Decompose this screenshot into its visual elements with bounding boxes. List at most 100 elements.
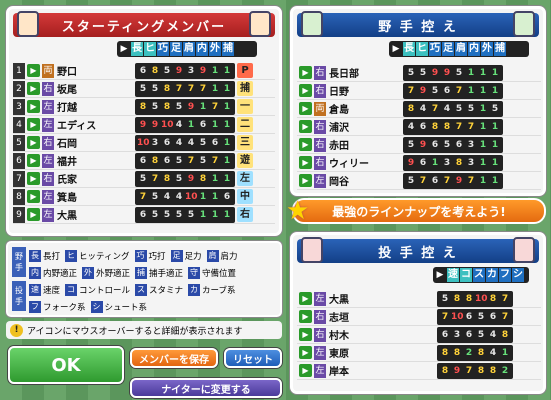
move-arrow-icon[interactable]: ▶: [299, 84, 312, 97]
player-row[interactable]: ▶ 両倉島 8 4 7 4 5 5 1 5: [297, 100, 541, 118]
stat-value: 5: [467, 103, 475, 114]
player-row[interactable]: 1 ▶ 両野口 6 8 5 9 3 9 1 1 P: [13, 62, 275, 80]
save-members-button[interactable]: メンバーを保存: [130, 348, 218, 368]
reset-button[interactable]: リセット: [224, 348, 282, 368]
stat-header[interactable]: 長: [131, 42, 143, 56]
position-badge[interactable]: P: [237, 63, 253, 78]
stat-header[interactable]: 肩: [455, 42, 467, 56]
move-arrow-icon[interactable]: ▶: [299, 138, 312, 151]
position-badge[interactable]: 右: [237, 207, 253, 222]
player-row[interactable]: 9 ▶ 左大黒 6 5 5 5 5 1 1 1 右: [13, 206, 275, 224]
move-arrow-icon[interactable]: ▶: [27, 172, 40, 185]
move-arrow-icon[interactable]: ▶: [27, 64, 40, 77]
move-arrow-icon[interactable]: ▶: [299, 102, 312, 115]
stat-value: 8: [199, 173, 207, 184]
ok-button[interactable]: OK: [8, 346, 124, 384]
stat-header[interactable]: ヒ: [144, 42, 156, 56]
player-row[interactable]: ▶ 右長日部 5 5 9 9 5 1 1 1: [297, 64, 541, 82]
move-arrow-icon[interactable]: ▶: [299, 364, 312, 377]
move-arrow-icon[interactable]: ▶: [299, 310, 312, 323]
player-row[interactable]: ▶ 右赤田 5 9 6 5 6 3 1 1: [297, 136, 541, 154]
stat-header[interactable]: 速: [447, 268, 459, 282]
player-row[interactable]: ▶ 右ウィリー 9 6 1 3 8 3 1 1: [297, 154, 541, 172]
stat-header[interactable]: フ: [499, 268, 511, 282]
move-arrow-icon[interactable]: ▶: [27, 100, 40, 113]
stat-header[interactable]: 外: [481, 42, 493, 56]
player-row[interactable]: 7 ▶ 右氏家 5 7 8 5 9 8 1 1 左: [13, 170, 275, 188]
move-arrow-icon[interactable]: ▶: [27, 154, 40, 167]
stat-header[interactable]: シ: [512, 268, 524, 282]
move-arrow-icon[interactable]: ▶: [27, 136, 40, 149]
stat-header[interactable]: 捕: [222, 42, 234, 56]
player-row[interactable]: 8 ▶ 左箕島 7 5 4 4 10 1 1 6 中: [13, 188, 275, 206]
bench-header: 野 手 控 え: [297, 11, 539, 37]
stat-header[interactable]: 巧: [157, 42, 169, 56]
move-arrow-icon[interactable]: ▶: [299, 328, 312, 341]
move-arrow-icon[interactable]: ▶: [299, 66, 312, 79]
stat-header[interactable]: 長: [403, 42, 415, 56]
move-arrow-icon[interactable]: ▶: [299, 120, 312, 133]
position-badge[interactable]: 左: [237, 171, 253, 186]
stat-header[interactable]: 巧: [429, 42, 441, 56]
player-row[interactable]: 6 ▶ 左福井 6 8 6 5 7 5 7 1 遊: [13, 152, 275, 170]
move-arrow-icon[interactable]: ▶: [27, 118, 40, 131]
stat-header[interactable]: 外: [209, 42, 221, 56]
player-row[interactable]: ▶ 右村木 6 3 6 5 4 8: [297, 326, 541, 344]
position-badge[interactable]: 三: [237, 135, 253, 150]
stat-header[interactable]: ス: [473, 268, 485, 282]
starting-panel: スターティングメンバー ▶ 長ヒ巧足肩内外捕 1 ▶ 両野口 6 8 5 9 3 9 1 1 P 2 ▶ 右坂…: [6, 6, 282, 236]
player-row[interactable]: 3 ▶ 左打越 8 5 8 5 9 1 7 1 一: [13, 98, 275, 116]
position-badge[interactable]: 一: [237, 99, 253, 114]
player-stats: 65555111: [135, 206, 235, 223]
move-arrow-icon[interactable]: ▶: [27, 190, 40, 203]
move-arrow-icon[interactable]: ▶: [299, 174, 312, 187]
stat-value: 9: [455, 175, 463, 186]
night-game-button[interactable]: ナイターに変更する: [130, 378, 282, 398]
position-badge[interactable]: 遊: [237, 153, 253, 168]
stat-header[interactable]: 捕: [494, 42, 506, 56]
stat-value: 8: [465, 293, 473, 304]
legend-tag: 速: [29, 283, 41, 296]
player-row[interactable]: ▶ 左東原 8 8 2 8 4 1: [297, 344, 541, 362]
stat-header[interactable]: 肩: [183, 42, 195, 56]
stat-header[interactable]: 内: [468, 42, 480, 56]
stat-header[interactable]: 内: [196, 42, 208, 56]
player-stats: 68657571: [135, 152, 235, 169]
stat-value: 8: [489, 293, 497, 304]
move-arrow-icon[interactable]: ▶: [27, 82, 40, 95]
move-arrow-icon[interactable]: ▶: [27, 208, 40, 221]
stat-header[interactable]: コ: [460, 268, 472, 282]
player-row[interactable]: 4 ▶ 左エディス 9 9 10 4 1 6 1 1 二: [13, 116, 275, 134]
stat-value: 7: [407, 85, 415, 96]
stat-header[interactable]: カ: [486, 268, 498, 282]
legend-label: スタミナ: [149, 285, 184, 296]
stat-value: 6: [139, 209, 147, 220]
player-row[interactable]: ▶ 右日野 7 9 5 6 7 1 1 1: [297, 82, 541, 100]
player-row[interactable]: ▶ 左岡谷 5 7 6 7 9 7 1 1: [297, 172, 541, 190]
legend-row: 長長打ヒヒッティング巧巧打足足力肩肩力: [29, 247, 241, 264]
player-stats: 7 5 4 4 10 1 1 6: [135, 188, 235, 205]
hand-badge: 左: [314, 291, 326, 306]
stat-header[interactable]: ヒ: [416, 42, 428, 56]
player-name: 長日部: [329, 69, 359, 80]
player-row[interactable]: ▶ 右浦沢 4 6 8 8 7 7 1 1: [297, 118, 541, 136]
move-arrow-icon[interactable]: ▶: [299, 346, 312, 359]
position-badge[interactable]: 捕: [237, 81, 253, 96]
player-row[interactable]: 5 ▶ 右石岡 10 3 6 4 4 5 6 1 三: [13, 134, 275, 152]
player-row[interactable]: ▶ 右志垣 7 10 6 5 6 7: [297, 308, 541, 326]
player-name: 村木: [329, 331, 349, 342]
player-row[interactable]: ▶ 左大黒 5 8 8 10 8 7: [297, 290, 541, 308]
move-arrow-icon[interactable]: ▶: [299, 156, 312, 169]
legend-tag: コ: [65, 283, 78, 296]
stat-header[interactable]: 足: [170, 42, 182, 56]
stat-value: 2: [465, 347, 473, 358]
move-arrow-icon[interactable]: ▶: [299, 292, 312, 305]
player-row[interactable]: 2 ▶ 右坂尾 5 5 8 7 7 7 1 1 捕: [13, 80, 275, 98]
position-badge[interactable]: 二: [237, 117, 253, 132]
position-badge[interactable]: 中: [237, 189, 253, 204]
batting-order: 9: [13, 206, 25, 223]
stat-header[interactable]: 足: [442, 42, 454, 56]
player-row[interactable]: ▶ 左岸本 8 9 7 8 8 2: [297, 362, 541, 380]
player-stats: 882841: [437, 344, 513, 361]
pitchers-title: 投 手 控 え: [378, 245, 458, 261]
